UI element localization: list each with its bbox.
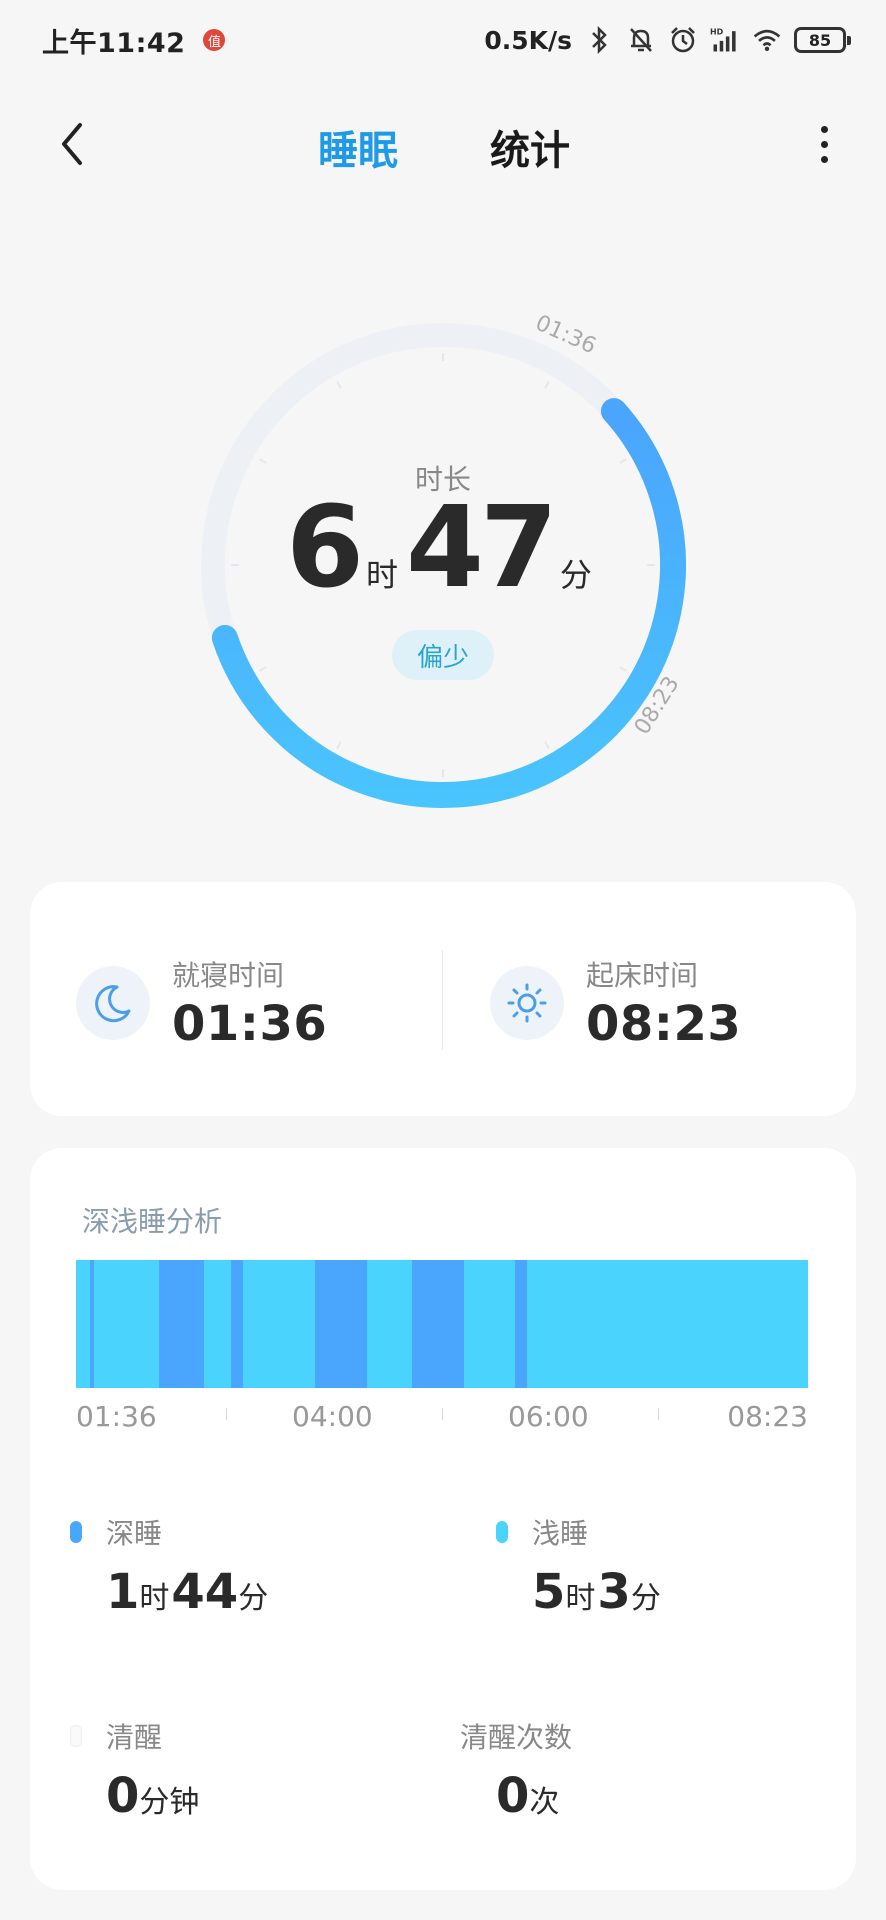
wifi-icon [752,25,782,55]
svg-text:HD: HD [710,28,724,37]
deep-sleep-legend-dot [70,1521,82,1543]
axis-tick [658,1408,659,1420]
light-sleep-legend-dot [496,1521,508,1543]
deep-hours: 1 [106,1564,140,1620]
deep-sleep-segment [315,1260,368,1388]
dial-tick [336,380,342,389]
battery-icon: 85 [794,27,851,53]
bedtime-label: 就寝时间 [172,959,285,992]
axis-label: 01:36 [76,1400,157,1433]
awake-label: 清醒 [106,1721,163,1754]
awake-count-value: 0 [496,1768,530,1824]
waketime-value: 08:23 [586,996,742,1052]
deep-sleep-label: 深睡 [106,1517,163,1550]
dial-tick [619,666,628,672]
network-speed: 0.5K/s [484,25,572,55]
light-sleep-label: 浅睡 [532,1517,589,1550]
awake-stat: 清醒 0 分钟 [70,1716,201,1824]
deep-sleep-segment [90,1260,94,1388]
light-minutes: 3 [597,1564,631,1620]
status-time: 上午11:42 [42,27,186,59]
duration-hours-unit: 时 [366,556,399,594]
deep-hours-unit: 时 [139,1581,170,1616]
sleep-duration: 6 时 47 分 [0,492,886,604]
axis-label: 08:23 [727,1400,808,1433]
status-bar: 上午11:42 值 0.5K/s HD 85 [0,0,886,80]
sleep-duration-dial: 01:36 08:23 时长 6 时 47 分 偏少 [0,230,886,830]
waketime-block: 起床时间 08:23 [490,954,741,1052]
tab-statistics[interactable]: 统计 [490,118,570,176]
back-button[interactable] [44,116,100,172]
duration-minutes: 47 [406,483,558,613]
bluetooth-icon [584,25,614,55]
awake-count-unit: 次 [529,1785,560,1820]
deep-sleep-segment [158,1260,204,1388]
awake-count-label: 清醒次数 [460,1721,573,1754]
waketime-label: 起床时间 [586,959,699,992]
app-header: 睡眠 统计 [0,100,886,190]
notification-app-icon: 值 [203,29,226,51]
sleep-stage-bar [76,1260,808,1388]
more-dot-icon [820,125,828,133]
time-axis: 01:36 04:00 06:00 08:23 [76,1400,808,1440]
divider [442,950,443,1050]
sleep-analysis-card: 深浅睡分析 01:36 04:00 06:00 08:23 深睡 1 时 44 … [30,1148,856,1890]
axis-label: 06:00 [508,1400,589,1433]
battery-level: 85 [808,30,832,50]
dial-tick [544,380,550,389]
alarm-icon [668,25,698,55]
more-dot-icon [820,140,828,148]
more-options-button[interactable] [800,116,848,172]
light-sleep-stat: 浅睡 5 时 3 分 [496,1512,663,1620]
more-dot-icon [820,155,828,163]
bedtime-block: 就寝时间 01:36 [76,954,327,1052]
dial-tick [544,741,550,750]
analysis-title: 深浅睡分析 [82,1205,223,1238]
tab-sleep[interactable]: 睡眠 [318,118,398,176]
light-hours: 5 [532,1564,566,1620]
moon-icon [76,966,150,1040]
awake-value: 0 [106,1768,140,1824]
awake-unit: 分钟 [139,1785,200,1820]
deep-minutes-unit: 分 [238,1581,269,1616]
awake-legend-dot [70,1725,82,1747]
duration-minutes-unit: 分 [559,556,592,594]
dial-tick [258,666,267,672]
axis-tick [226,1408,227,1420]
bell-muted-icon [626,25,656,55]
dial-tick [336,741,342,750]
sleep-quality-badge: 偏少 [392,630,494,680]
chevron-left-icon [62,123,82,165]
deep-sleep-segment [514,1260,528,1388]
axis-label: 04:00 [292,1400,373,1433]
sun-icon [490,966,564,1040]
deep-sleep-stat: 深睡 1 时 44 分 [70,1512,270,1620]
bedtime-value: 01:36 [172,996,328,1052]
light-hours-unit: 时 [565,1581,596,1616]
deep-sleep-segment [412,1260,465,1388]
hd-signal-icon: HD [710,25,740,55]
awake-count-stat: 清醒次数 0 次 [460,1716,572,1824]
duration-hours: 6 [286,483,364,613]
light-minutes-unit: 分 [630,1581,661,1616]
bed-wake-card: 就寝时间 01:36 起床时间 08:23 [30,882,856,1116]
deep-sleep-segment [230,1260,244,1388]
axis-tick [442,1408,443,1420]
deep-minutes: 44 [171,1564,239,1620]
